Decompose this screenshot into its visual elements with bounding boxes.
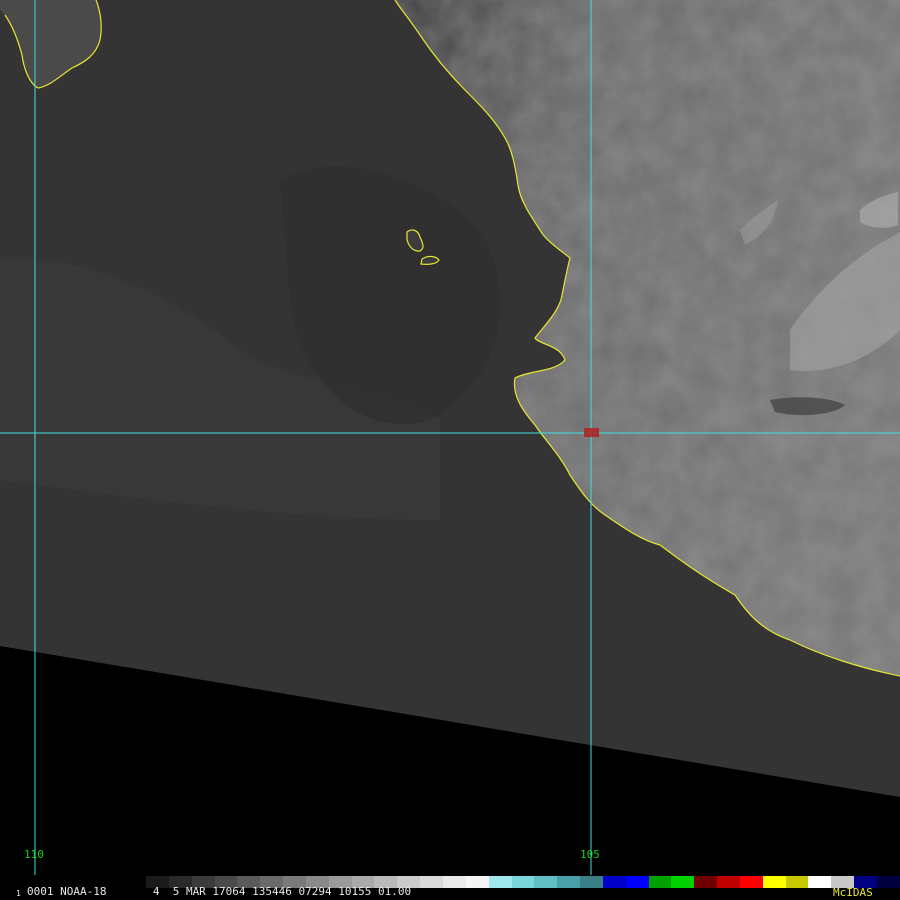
colorbar-segment (671, 876, 695, 888)
colorbar-segment (762, 876, 786, 888)
mcidas-logo-text: McIDAS (833, 886, 873, 899)
colorbar-segment (557, 876, 581, 888)
colorbar-segment (785, 876, 809, 888)
image-info-line: 0001 NOAA-18 4 5 MAR 17064 135446 07294 … (27, 885, 412, 898)
colorbar-segment (877, 876, 900, 888)
satellite-image-viewer: 110 105 1 0001 NOAA-18 4 5 MAR 17064 135… (0, 0, 900, 900)
colorbar-segment (602, 876, 626, 888)
colorbar-segment (420, 876, 443, 888)
longitude-label-105: 105 (580, 848, 600, 861)
longitude-label-110: 110 (24, 848, 44, 861)
frame-index: 1 (16, 889, 21, 898)
colorbar-segment (511, 876, 535, 888)
colorbar-segment (488, 876, 512, 888)
colorbar-segment (648, 876, 672, 888)
satellite-map (0, 0, 900, 900)
colorbar-segment (442, 876, 466, 888)
colorbar-segment (808, 876, 832, 888)
colorbar-segment (739, 876, 763, 888)
colorbar-segment (580, 876, 603, 888)
colorbar-segment (625, 876, 649, 888)
colorbar-segment (717, 876, 740, 888)
reference-marker (584, 428, 599, 437)
colorbar-segment (534, 876, 558, 888)
colorbar-segment (694, 876, 718, 888)
colorbar-segment (465, 876, 489, 888)
